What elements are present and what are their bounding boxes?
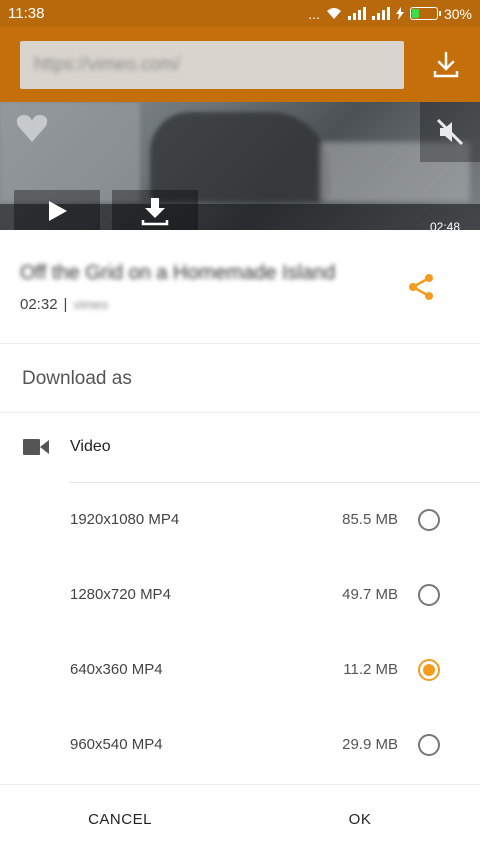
- video-download-button[interactable]: [112, 190, 198, 230]
- download-dialog: Off the Grid on a Homemade Island 02:32 …: [0, 230, 480, 854]
- category-video: Video: [0, 414, 480, 482]
- option-resolution: 640x360 MP4: [70, 661, 163, 678]
- format-option[interactable]: 1920x1080 MP4 85.5 MB: [0, 483, 480, 557]
- option-resolution: 1280x720 MP4: [70, 586, 171, 603]
- videocam-icon: [23, 439, 49, 455]
- battery-icon: [409, 7, 441, 20]
- video-source: vimeo: [73, 297, 109, 312]
- mute-icon: [436, 118, 464, 146]
- status-time: 11:38: [8, 5, 45, 22]
- signal-icon-2: [371, 7, 390, 20]
- category-label: Video: [70, 438, 111, 455]
- video-meta: 02:32 | vimeo: [20, 296, 108, 313]
- meta-separator: |: [63, 296, 68, 313]
- url-text: https://vimeo.com/: [34, 54, 181, 74]
- format-option[interactable]: 960x540 MP4 29.9 MB: [0, 708, 480, 782]
- browser-toolbar: https://vimeo.com/: [0, 27, 480, 102]
- video-title: Off the Grid on a Homemade Island: [20, 262, 336, 284]
- option-size: 11.2 MB: [343, 661, 398, 678]
- option-resolution: 960x540 MP4: [70, 736, 163, 753]
- video-duration: 02:48: [429, 220, 460, 230]
- option-size: 49.7 MB: [342, 586, 398, 603]
- status-icons: ... 30%: [308, 6, 472, 22]
- option-size: 29.9 MB: [342, 736, 398, 753]
- signal-icon: [347, 7, 366, 20]
- share-icon[interactable]: [406, 272, 436, 302]
- dialog-actions: CANCEL OK: [0, 784, 480, 854]
- battery-percent: 30%: [443, 5, 472, 22]
- video-info: Off the Grid on a Homemade Island 02:32 …: [0, 230, 480, 344]
- heart-icon: [16, 115, 48, 142]
- more-dots-icon: ...: [308, 5, 320, 22]
- radio-button[interactable]: [418, 509, 440, 531]
- ok-button[interactable]: OK: [240, 785, 480, 854]
- option-size: 85.5 MB: [342, 511, 398, 528]
- cancel-button[interactable]: CANCEL: [0, 785, 240, 854]
- wifi-icon: [326, 8, 341, 19]
- download-as-heading: Download as: [0, 345, 480, 413]
- url-input[interactable]: https://vimeo.com/: [20, 40, 404, 89]
- play-icon: [49, 201, 67, 221]
- video-length: 02:32: [20, 296, 58, 313]
- option-resolution: 1920x1080 MP4: [70, 511, 180, 528]
- format-option[interactable]: 1280x720 MP4 49.7 MB: [0, 558, 480, 632]
- radio-button[interactable]: [418, 584, 440, 606]
- video-preview[interactable]: 02:48: [0, 102, 480, 230]
- radio-button-selected[interactable]: [418, 659, 440, 681]
- status-bar: 11:38 ... 30%: [0, 0, 480, 27]
- download-icon[interactable]: [430, 49, 462, 81]
- play-button[interactable]: [14, 190, 100, 230]
- download-icon: [141, 198, 169, 226]
- mute-button[interactable]: [420, 102, 480, 162]
- charging-icon: [395, 7, 404, 20]
- format-option[interactable]: 640x360 MP4 11.2 MB: [0, 633, 480, 707]
- radio-button[interactable]: [418, 734, 440, 756]
